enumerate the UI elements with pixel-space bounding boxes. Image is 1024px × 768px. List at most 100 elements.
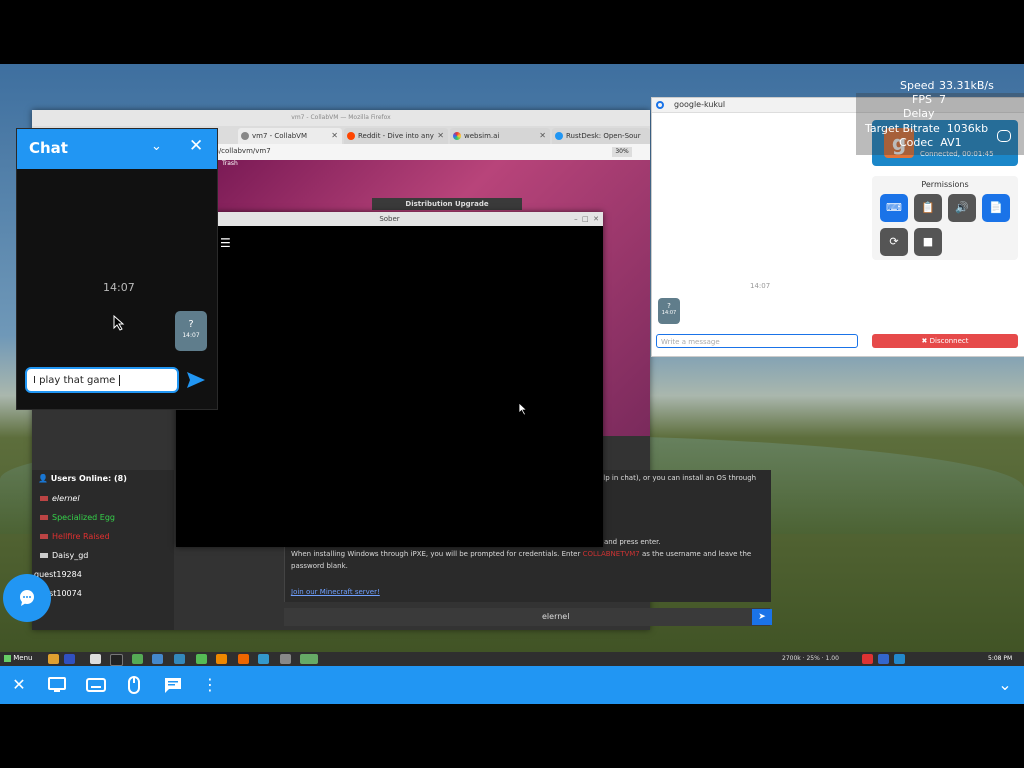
app-icon[interactable] [300, 654, 318, 664]
flag-icon [40, 515, 48, 520]
users-online-header: 👤 Users Online: (8) [38, 474, 127, 483]
system-tray-status: 2700k · 25% · 1.00 [782, 655, 839, 662]
browser-tab-label: RustDesk: Open-Sour [566, 132, 641, 140]
chat-message-time: 14:07 [182, 332, 200, 339]
close-tab-icon[interactable]: ✕ [539, 128, 546, 144]
info-text-line: password blank. [291, 562, 348, 570]
chat-bubble: ? 14:07 [658, 298, 680, 324]
sober-window[interactable]: Sober – □ ✕ ☰ [176, 212, 603, 547]
stat-value: AV1 [940, 136, 962, 149]
browser-tab-label: websim.ai [464, 132, 500, 140]
tray-icon[interactable] [878, 654, 889, 664]
user-name: Hellfire Raised [52, 532, 110, 541]
close-icon[interactable]: ✕ [189, 136, 203, 156]
clock[interactable]: 5:08 PM [988, 655, 1012, 662]
user-name: elernel [52, 494, 80, 503]
stat-value: 1036kb [946, 122, 989, 135]
stat-codec: Codec AV1 [899, 136, 962, 149]
chat-time-separator: 14:07 [103, 281, 135, 294]
users-online-label: Users Online: (8) [50, 474, 127, 483]
users-online-panel: 👤 Users Online: (8) elernel Specialized … [32, 470, 174, 630]
close-icon[interactable]: ✕ [593, 215, 599, 223]
chat-bubble-icon[interactable] [997, 130, 1011, 142]
hamburger-menu-icon[interactable]: ☰ [220, 236, 231, 250]
credential-highlight: COLLABNETVM7 [582, 550, 640, 558]
chat-icon [20, 590, 34, 606]
app-icon[interactable] [196, 654, 207, 664]
maximize-icon[interactable]: □ [582, 215, 589, 223]
user-list-item[interactable]: Hellfire Raised [40, 532, 110, 541]
mouse-cursor-icon [113, 315, 125, 331]
window-controls[interactable]: – □ ✕ [574, 212, 599, 226]
chat-bubble-time: 14:07 [661, 310, 677, 316]
browser-tab-reddit[interactable]: Reddit - Dive into any ✕ [344, 128, 448, 144]
mouse-cursor-icon [518, 402, 528, 416]
speaker-icon: 🔊 [955, 201, 969, 214]
chat-fab-button[interactable] [3, 574, 51, 622]
user-list-item[interactable]: Daisy_gd [40, 551, 88, 560]
close-tab-icon[interactable]: ✕ [331, 128, 338, 144]
reddit-icon [347, 132, 355, 140]
file-permission-button[interactable]: 📄 [982, 194, 1010, 222]
disconnect-button[interactable]: ✖ Disconnect [872, 334, 1018, 348]
stat-delay: Delay [903, 107, 935, 120]
keyboard-icon[interactable] [86, 675, 106, 695]
app-icon[interactable] [174, 654, 185, 664]
send-icon[interactable] [187, 372, 205, 388]
app-icon[interactable] [280, 654, 291, 664]
clipboard-permission-button[interactable]: 📋 [914, 194, 942, 222]
app-icon[interactable] [216, 654, 227, 664]
zoom-badge[interactable]: 30% [612, 147, 632, 157]
close-tab-icon[interactable]: ✕ [437, 128, 444, 144]
browser-tab-label: vm7 - CollabVM [252, 132, 308, 140]
flag-icon [40, 534, 48, 539]
vm-chat-input[interactable]: elernel [284, 608, 770, 626]
user-list-item[interactable]: Specialized Egg [40, 513, 115, 522]
chat-message-bubble: ? 14:07 [175, 311, 207, 351]
vm-chat-send-button[interactable]: ➤ [752, 609, 772, 625]
close-session-icon[interactable]: ✕ [9, 675, 29, 695]
browser-icon[interactable] [64, 654, 75, 664]
clipboard-icon: 📋 [921, 201, 935, 214]
files-icon[interactable] [48, 654, 59, 664]
browser-tab-collabvm[interactable]: vm7 - CollabVM ✕ [238, 128, 342, 144]
app-icon[interactable] [90, 654, 101, 664]
more-vertical-icon[interactable]: ⋮ [200, 675, 220, 695]
info-text-segment: as the username and leave the [639, 550, 752, 558]
restart-permission-button[interactable]: ⟳ [880, 228, 908, 256]
chat-title: Chat [29, 139, 68, 157]
chevron-down-icon[interactable]: ⌄ [151, 139, 162, 154]
session-message-input[interactable]: Write a message [656, 334, 858, 348]
restart-icon: ⟳ [889, 235, 899, 248]
user-list-item[interactable]: elernel [40, 494, 80, 503]
stat-label: Delay [903, 107, 935, 120]
text-cursor [118, 375, 123, 386]
session-status-icon [656, 101, 664, 109]
audio-permission-button[interactable]: 🔊 [948, 194, 976, 222]
info-text-line: Join our Minecraft server! [291, 588, 380, 596]
trash-label: Trash [222, 160, 238, 167]
terminal-icon[interactable] [110, 654, 123, 666]
chat-message-input[interactable]: I play that game [25, 367, 179, 393]
display-icon[interactable] [47, 675, 67, 695]
tray-icon[interactable] [894, 654, 905, 664]
stat-label: FPS [912, 93, 932, 106]
minimize-icon[interactable]: – [574, 215, 578, 223]
app-icon[interactable] [258, 654, 269, 664]
app-icon[interactable] [152, 654, 163, 664]
info-text-line: When installing Windows through iPXE, yo… [291, 550, 751, 558]
chat-header: Chat ⌄ ✕ [17, 129, 217, 169]
app-icon[interactable] [132, 654, 143, 664]
mouse-icon[interactable] [124, 675, 144, 695]
start-menu-button[interactable]: Menu [4, 654, 32, 662]
browser-tab-rustdesk[interactable]: RustDesk: Open-Sour [552, 128, 650, 144]
tray-icon[interactable] [862, 654, 873, 664]
minecraft-server-link[interactable]: Join our Minecraft server! [291, 588, 380, 596]
remote-toolbar: ✕ ⋮ ⌄ [0, 666, 1024, 704]
app-icon[interactable] [238, 654, 249, 664]
recording-permission-button[interactable]: ■ [914, 228, 942, 256]
browser-tab-websim[interactable]: websim.ai ✕ [450, 128, 550, 144]
chat-icon[interactable] [163, 675, 183, 695]
chevron-down-icon[interactable]: ⌄ [995, 675, 1015, 695]
keyboard-permission-button[interactable]: ⌨ [880, 194, 908, 222]
